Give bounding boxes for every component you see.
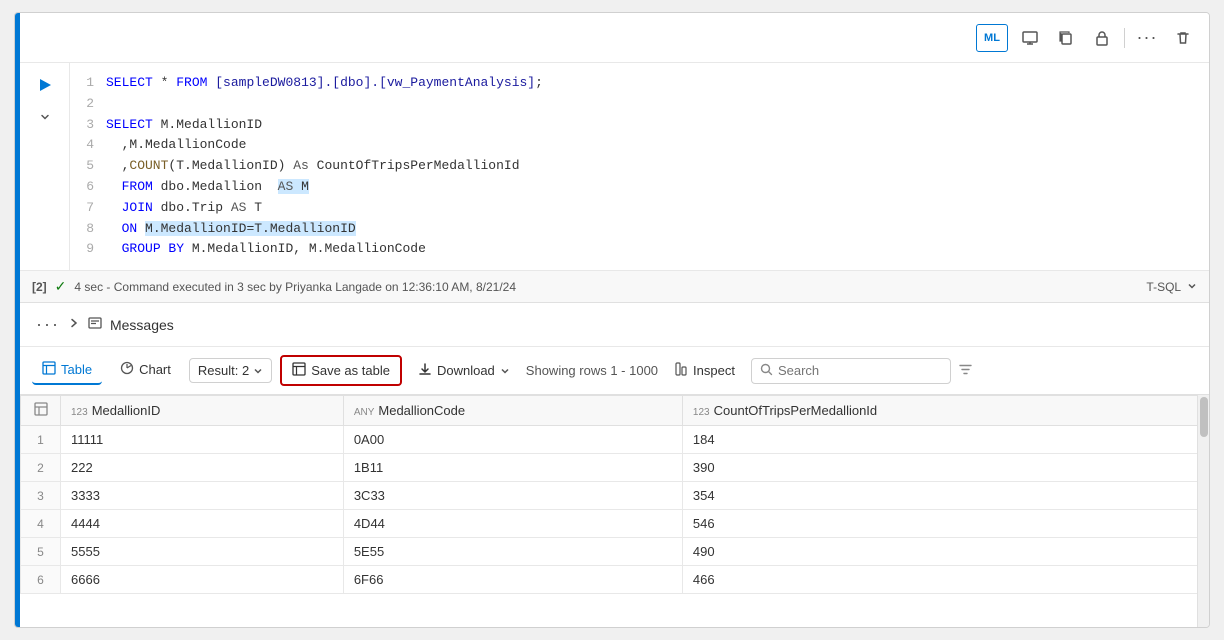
status-left: [2] ✓ 4 sec - Command executed in 3 sec …	[32, 278, 516, 295]
medallion-id-cell: 4444	[61, 510, 344, 538]
result-select-dropdown[interactable]: Result: 2	[189, 358, 272, 383]
row-num-cell: 3	[21, 482, 61, 510]
table-row: 5 5555 5E55 490	[21, 538, 1209, 566]
messages-section: ··· Messages	[20, 303, 1209, 347]
row-num-cell: 5	[21, 538, 61, 566]
download-label: Download	[437, 363, 495, 378]
editor-section: 1 SELECT * FROM [sampleDW0813].[dbo].[vw…	[20, 63, 1209, 271]
tab-table[interactable]: Table	[32, 356, 102, 385]
search-box[interactable]	[751, 358, 951, 384]
code-line-1: 1 SELECT * FROM [sampleDW0813].[dbo].[vw…	[78, 73, 1201, 94]
count-trips-cell: 184	[682, 426, 1208, 454]
table-body: 1 11111 0A00 184 2 222 1B11 390 3 3333 3…	[21, 426, 1209, 594]
monitor-icon[interactable]	[1016, 24, 1044, 52]
result-select-value: Result: 2	[198, 363, 249, 378]
search-icon	[760, 363, 773, 379]
table-header-row: 123MedallionID ANYMedallionCode 123Count…	[21, 396, 1209, 426]
row-num-cell: 2	[21, 454, 61, 482]
lock-icon[interactable]	[1088, 24, 1116, 52]
medallion-code-cell: 4D44	[343, 510, 682, 538]
outer-frame: ML ···	[0, 0, 1224, 640]
chart-tab-label: Chart	[139, 362, 171, 377]
download-button[interactable]: Download	[410, 357, 518, 384]
count-trips-cell: 466	[682, 566, 1208, 594]
medallion-code-cell: 3C33	[343, 482, 682, 510]
collapse-chevron[interactable]	[31, 103, 59, 131]
row-num-cell: 1	[21, 426, 61, 454]
code-editor[interactable]: 1 SELECT * FROM [sampleDW0813].[dbo].[vw…	[70, 63, 1209, 270]
tab-chart[interactable]: Chart	[110, 356, 181, 385]
inspect-label: Inspect	[693, 363, 735, 378]
header-row-num	[21, 396, 61, 426]
header-medallion-id: 123MedallionID	[61, 396, 344, 426]
more-options-icon[interactable]: ···	[1133, 24, 1161, 52]
toolbar-divider	[1124, 28, 1125, 48]
code-line-2: 2	[78, 94, 1201, 115]
status-check-icon: ✓	[55, 278, 67, 295]
save-as-table-label: Save as table	[311, 363, 390, 378]
medallion-id-cell: 11111	[61, 426, 344, 454]
run-button[interactable]	[31, 71, 59, 99]
messages-icon	[88, 316, 102, 333]
code-line-9: 9 GROUP BY M.MedallionID, M.MedallionCod…	[78, 239, 1201, 260]
code-line-4: 4 ,M.MedallionCode	[78, 135, 1201, 156]
count-trips-cell: 490	[682, 538, 1208, 566]
copy-icon[interactable]	[1052, 24, 1080, 52]
search-input[interactable]	[778, 363, 954, 378]
medallion-id-cell: 222	[61, 454, 344, 482]
medallion-code-cell: 6F66	[343, 566, 682, 594]
rows-info-label: Showing rows 1 - 1000	[526, 363, 658, 378]
delete-icon[interactable]	[1169, 24, 1197, 52]
scrollbar-thumb[interactable]	[1200, 397, 1208, 437]
expand-messages-button[interactable]	[68, 317, 80, 332]
table-row: 6 6666 6F66 466	[21, 566, 1209, 594]
medallion-id-cell: 6666	[61, 566, 344, 594]
code-line-8: 8 ON M.MedallionID=T.MedallionID	[78, 219, 1201, 240]
code-line-3: 3 SELECT M.MedallionID	[78, 115, 1201, 136]
main-container: ML ···	[14, 12, 1210, 628]
row-num-cell: 4	[21, 510, 61, 538]
language-label: T-SQL	[1146, 280, 1197, 294]
table-tab-icon	[42, 361, 56, 378]
cell-label: [2]	[32, 280, 47, 294]
header-count-trips: 123CountOfTripsPerMedallionId	[682, 396, 1208, 426]
data-table-container: 123MedallionID ANYMedallionCode 123Count…	[20, 395, 1209, 627]
top-toolbar: ML ···	[20, 13, 1209, 63]
row-num-cell: 6	[21, 566, 61, 594]
filter-icon[interactable]	[959, 363, 972, 379]
more-dots-icon[interactable]: ···	[36, 314, 60, 335]
medallion-code-cell: 0A00	[343, 426, 682, 454]
results-toolbar: Table Chart Result: 2	[20, 347, 1209, 395]
medallion-id-cell: 3333	[61, 482, 344, 510]
table-row: 3 3333 3C33 354	[21, 482, 1209, 510]
count-trips-cell: 390	[682, 454, 1208, 482]
content-area: ML ···	[20, 13, 1209, 627]
ml-icon[interactable]: ML	[976, 24, 1008, 52]
table-row: 1 11111 0A00 184	[21, 426, 1209, 454]
code-line-5: 5 ,COUNT(T.MedallionID) As CountOfTripsP…	[78, 156, 1201, 177]
scrollbar[interactable]	[1197, 395, 1209, 627]
count-trips-cell: 354	[682, 482, 1208, 510]
table-row: 2 222 1B11 390	[21, 454, 1209, 482]
count-trips-cell: 546	[682, 510, 1208, 538]
medallion-code-cell: 5E55	[343, 538, 682, 566]
data-table: 123MedallionID ANYMedallionCode 123Count…	[20, 395, 1209, 594]
save-as-table-button[interactable]: Save as table	[280, 355, 402, 386]
code-line-7: 7 JOIN dbo.Trip AS T	[78, 198, 1201, 219]
code-line-6: 6 FROM dbo.Medallion AS M	[78, 177, 1201, 198]
inspect-button[interactable]: Inspect	[666, 357, 743, 384]
status-message: 4 sec - Command executed in 3 sec by Pri…	[74, 280, 516, 294]
messages-label: Messages	[110, 317, 174, 333]
save-as-table-icon	[292, 362, 306, 379]
table-row: 4 4444 4D44 546	[21, 510, 1209, 538]
download-arrow-icon	[418, 362, 432, 379]
medallion-code-cell: 1B11	[343, 454, 682, 482]
status-bar: [2] ✓ 4 sec - Command executed in 3 sec …	[20, 271, 1209, 303]
table-tab-label: Table	[61, 362, 92, 377]
run-buttons-panel	[20, 63, 70, 270]
inspect-icon	[674, 362, 688, 379]
header-medallion-code: ANYMedallionCode	[343, 396, 682, 426]
chart-tab-icon	[120, 361, 134, 378]
medallion-id-cell: 5555	[61, 538, 344, 566]
